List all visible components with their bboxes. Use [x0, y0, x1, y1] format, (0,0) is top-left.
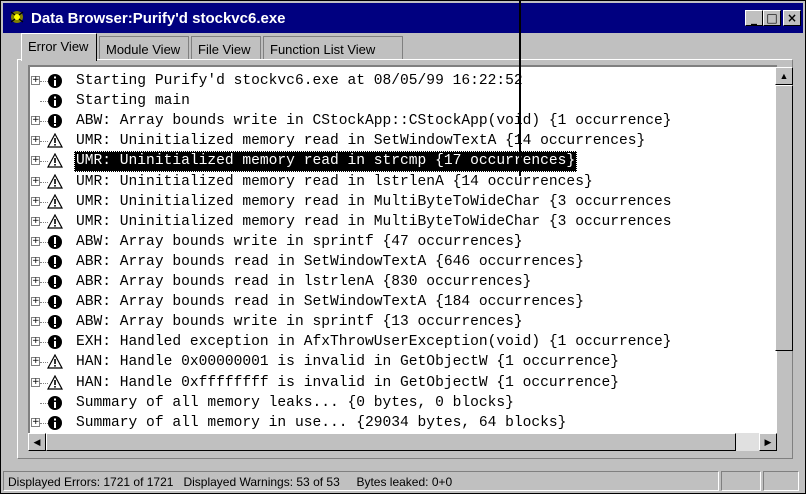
maximize-button[interactable]: □ — [763, 10, 781, 26]
info-icon — [48, 415, 62, 430]
status-errors: Displayed Errors: 1721 of 1721 — [8, 475, 174, 489]
warning-icon — [47, 354, 63, 369]
expand-toggle-icon[interactable]: + — [31, 196, 40, 206]
expand-toggle-icon[interactable]: + — [31, 377, 40, 387]
tree-row[interactable]: + ABW: Array bounds write in sprintf {47 … — [30, 232, 778, 253]
vertical-scroll-thumb[interactable] — [775, 85, 793, 351]
tree-row[interactable]: Starting main — [30, 91, 778, 112]
error-tree-list[interactable]: + Starting Purify'd stockvc6.exe at 08/05… — [28, 65, 780, 437]
expand-toggle-icon[interactable]: + — [31, 317, 40, 327]
tree-row-label: ABR: Array bounds read in SetWindowTextA… — [76, 294, 584, 311]
tree-row-label: ABR: Array bounds read in SetWindowTextA… — [76, 253, 584, 270]
scroll-left-button[interactable]: ◀ — [28, 433, 46, 451]
info-icon — [48, 395, 62, 410]
tree-row[interactable]: + UMR: Uninitialized memory read in strcm… — [30, 151, 778, 173]
error-icon — [48, 234, 62, 249]
tree-row-label: UMR: Uninitialized memory read in MultiB… — [76, 193, 672, 210]
expand-toggle-icon[interactable]: + — [31, 176, 40, 186]
tree-row[interactable]: + UMR: Uninitialized memory read in Multi… — [30, 192, 778, 213]
expand-toggle-icon[interactable]: + — [31, 277, 40, 286]
title-bar[interactable]: Data Browser:Purify'd stockvc6.exe _ □ × — [3, 3, 803, 33]
info-icon — [48, 94, 62, 109]
info-icon — [48, 335, 62, 350]
tree-row[interactable]: + UMR: Uninitialized memory read in Multi… — [30, 212, 778, 233]
tree-row-label: Summary of all memory in use... {29034 b… — [76, 414, 567, 431]
info-icon — [48, 74, 62, 88]
horizontal-scroll-thumb[interactable] — [46, 433, 736, 451]
expand-toggle-icon[interactable]: + — [31, 256, 40, 266]
minimize-button[interactable]: _ — [745, 10, 763, 26]
tree-row-label: Summary of all memory leaks... {0 bytes,… — [76, 394, 514, 411]
warning-icon — [47, 374, 63, 390]
error-icon — [48, 254, 62, 269]
data-browser-window: Data Browser:Purify'd stockvc6.exe _ □ ×… — [0, 0, 806, 494]
tab-error-view[interactable]: Error View — [21, 33, 97, 61]
tree-row[interactable]: + HAN: Handle 0x00000001 is invalid in Ge… — [30, 352, 778, 373]
error-icon — [48, 315, 62, 330]
tree-row[interactable]: + Summary of all memory in use... {29034 … — [30, 413, 778, 434]
expand-toggle-icon[interactable]: + — [31, 76, 40, 85]
expand-toggle-icon[interactable]: + — [31, 156, 40, 166]
size-grip[interactable] — [763, 471, 799, 491]
tree-row-label: ABW: Array bounds write in CStockApp::CS… — [76, 113, 672, 130]
tree-row-label: UMR: Uninitialized memory read in MultiB… — [76, 213, 672, 230]
expand-toggle-icon[interactable]: + — [31, 297, 40, 307]
expand-toggle-icon[interactable]: + — [31, 357, 40, 367]
tree-row-label: UMR: Uninitialized memory read in strcmp… — [74, 151, 578, 173]
tree-row-label: UMR: Uninitialized memory read in lstrle… — [76, 173, 593, 190]
expand-toggle-icon[interactable]: + — [31, 116, 40, 126]
expand-toggle-icon[interactable]: + — [31, 417, 40, 427]
warning-icon — [47, 133, 63, 148]
expand-toggle-icon[interactable]: + — [31, 136, 40, 146]
tree-row[interactable]: + UMR: Uninitialized memory read in SetWi… — [30, 131, 778, 152]
callout-pointer-line — [519, 0, 521, 176]
warning-icon — [47, 193, 63, 209]
warning-icon — [47, 153, 63, 168]
tree-row-label: HAN: Handle 0x00000001 is invalid in Get… — [76, 354, 619, 371]
close-button[interactable]: × — [783, 10, 801, 26]
status-bar: Displayed Errors: 1721 of 1721 Displayed… — [3, 471, 801, 491]
tree-row[interactable]: + ABR: Array bounds read in lstrlenA {830… — [30, 272, 778, 293]
tree-row-label: EXH: Handled exception in AfxThrowUserEx… — [76, 334, 672, 351]
tree-row[interactable]: + ABW: Array bounds write in sprintf {13 … — [30, 312, 778, 333]
window-title: Data Browser:Purify'd stockvc6.exe — [31, 10, 286, 27]
tree-row-label: ABW: Array bounds write in sprintf {47 o… — [76, 233, 523, 250]
tab-file-view[interactable]: File View — [191, 36, 261, 60]
tree-row-label: ABW: Array bounds write in sprintf {13 o… — [76, 314, 523, 331]
tree-row[interactable]: + ABW: Array bounds write in CStockApp::C… — [30, 111, 778, 132]
tree-row-label: Starting main — [76, 93, 190, 110]
tree-row[interactable]: + ABR: Array bounds read in SetWindowText… — [30, 292, 778, 313]
tree-row-label: ABR: Array bounds read in lstrlenA {830 … — [76, 274, 532, 290]
tree-row-label: UMR: Uninitialized memory read in SetWin… — [76, 133, 646, 150]
scroll-up-button[interactable]: ▲ — [775, 67, 793, 85]
vertical-scrollbar[interactable]: ▲ — [775, 65, 793, 437]
tree-row[interactable]: + EXH: Handled exception in AfxThrowUserE… — [30, 332, 778, 353]
status-panel-2 — [721, 471, 761, 491]
error-icon — [48, 275, 62, 289]
tab-module-view[interactable]: Module View — [99, 36, 189, 60]
expand-toggle-icon[interactable]: + — [31, 236, 40, 246]
tree-row[interactable]: Summary of all memory leaks... {0 bytes,… — [30, 393, 778, 414]
tree-row[interactable]: + Starting Purify'd stockvc6.exe at 08/05… — [30, 71, 778, 92]
warning-icon — [47, 173, 63, 189]
scroll-right-button[interactable]: ▶ — [759, 433, 777, 451]
tree-row[interactable]: + UMR: Uninitialized memory read in lstrl… — [30, 172, 778, 193]
horizontal-scrollbar[interactable]: ◀ ▶ — [28, 433, 777, 451]
tab-function-list-view[interactable]: Function List View — [263, 36, 403, 60]
expand-toggle-icon[interactable]: + — [31, 337, 40, 347]
status-warnings: Displayed Warnings: 53 of 53 — [183, 475, 340, 489]
tree-row-label: Starting Purify'd stockvc6.exe at 08/05/… — [76, 73, 523, 89]
error-icon — [48, 114, 62, 129]
purify-app-icon — [10, 11, 24, 23]
warning-icon — [47, 213, 63, 229]
tree-row[interactable]: + ABR: Array bounds read in SetWindowText… — [30, 252, 778, 273]
tree-row-label: HAN: Handle 0xffffffff is invalid in Get… — [76, 374, 619, 391]
status-bytes-leaked: Bytes leaked: 0+0 — [356, 475, 453, 489]
tree-row[interactable]: + HAN: Handle 0xffffffff is invalid in Ge… — [30, 373, 778, 394]
error-icon — [48, 295, 62, 310]
status-summary: Displayed Errors: 1721 of 1721 Displayed… — [3, 471, 719, 491]
expand-toggle-icon[interactable]: + — [31, 216, 40, 226]
